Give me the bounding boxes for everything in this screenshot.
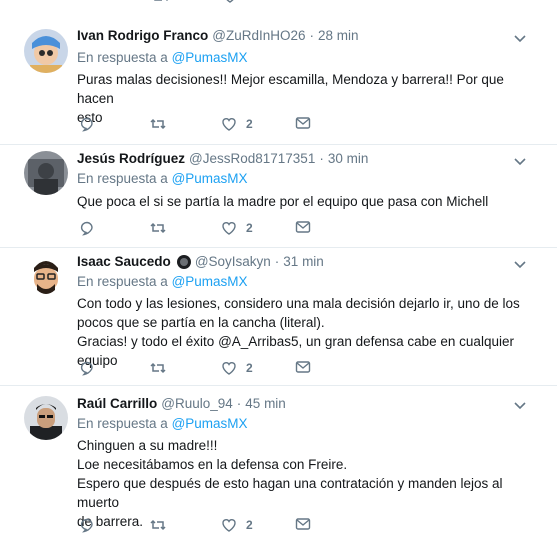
reply-context: En respuesta a @PumasMX — [77, 274, 248, 289]
like-action[interactable]: 1 — [222, 0, 254, 4]
dm-button[interactable] — [295, 360, 311, 374]
chevron-down-icon[interactable] — [513, 398, 527, 412]
author-name[interactable]: Isaac Saucedo — [77, 254, 171, 269]
reply-to-link[interactable]: @PumasMX — [172, 50, 248, 65]
reply-icon — [80, 117, 93, 132]
author-name[interactable]: Jesús Rodríguez — [77, 151, 185, 166]
retweet-icon — [150, 222, 166, 234]
retweet-icon — [154, 0, 169, 2]
heart-icon — [226, 0, 234, 3]
retweet-button[interactable] — [149, 220, 167, 236]
reply-prefix: En respuesta a — [77, 50, 168, 65]
tweet-text: Con todo y las lesiones, considero una m… — [77, 294, 537, 370]
reply-button[interactable] — [79, 517, 95, 533]
separator-dot: · — [274, 254, 280, 269]
dm-button[interactable] — [295, 220, 311, 234]
reply-prefix: En respuesta a — [77, 171, 168, 186]
retweet-icon — [150, 362, 166, 374]
retweet-icon — [150, 519, 166, 531]
dm-button[interactable] — [295, 116, 311, 130]
dm-button[interactable] — [295, 517, 311, 531]
tweet-text-line: Loe necesitábamos en la defensa con Frei… — [77, 457, 348, 472]
retweet-button[interactable] — [149, 116, 167, 132]
author-name[interactable]: Ivan Rodrigo Franco — [77, 28, 208, 43]
reply-icon — [80, 221, 93, 236]
author-handle[interactable]: @SoyIsakyn — [195, 254, 271, 269]
envelope-icon — [295, 221, 311, 233]
reply-context: En respuesta a @PumasMX — [77, 50, 248, 65]
like-button[interactable]: 2 — [221, 517, 253, 533]
like-count: 2 — [246, 221, 253, 235]
separator-dot: · — [236, 396, 242, 411]
chevron-down-icon[interactable] — [513, 31, 527, 45]
reply-button[interactable] — [79, 220, 95, 236]
previous-tweet-actions: 1 — [0, 0, 557, 10]
tweet-text-line: Espero que después de esto hagan una con… — [77, 476, 503, 510]
tweet-text-line: Puras malas decisiones!! Mejor escamilla… — [77, 72, 504, 106]
tweet-actions: 2 — [77, 360, 327, 380]
tweet-text-line: Con todo y las lesiones, considero una m… — [77, 296, 520, 311]
tweet-actions: 2 — [77, 220, 327, 240]
envelope-icon — [295, 518, 311, 530]
reply-prefix: En respuesta a — [77, 274, 168, 289]
tweet-actions: 2 — [77, 517, 327, 537]
badge-icon — [176, 254, 191, 269]
author-name[interactable]: Raúl Carrillo — [77, 396, 157, 411]
separator-dot: · — [309, 28, 315, 43]
tweet-text-line: Que poca el si se partía la madre por el… — [77, 194, 489, 209]
heart-icon — [222, 118, 236, 131]
heart-icon — [222, 519, 236, 532]
avatar[interactable] — [24, 254, 68, 298]
like-count: 2 — [246, 117, 253, 131]
chevron-down-icon[interactable] — [513, 257, 527, 271]
like-button[interactable]: 2 — [221, 360, 253, 376]
author-handle[interactable]: @JessRod81717351 — [189, 151, 315, 166]
tweet-time[interactable]: 30 min — [328, 151, 369, 166]
tweet-text-line: Chinguen a su madre!!! — [77, 438, 218, 453]
tweet-text-line: pocos que se partía en la cancha (litera… — [77, 315, 325, 330]
reply-to-link[interactable]: @PumasMX — [172, 274, 248, 289]
retweet-button[interactable] — [149, 517, 167, 533]
retweet-icon — [150, 118, 166, 130]
reply-icon — [80, 361, 93, 376]
tweet-time[interactable]: 45 min — [245, 396, 286, 411]
chevron-down-icon[interactable] — [513, 154, 527, 168]
like-button[interactable]: 2 — [221, 220, 253, 236]
reply-button[interactable] — [79, 360, 95, 376]
like-count: 1 — [247, 0, 254, 3]
tweet-actions: 2 — [77, 116, 327, 136]
like-count: 2 — [246, 361, 253, 375]
like-count: 2 — [246, 518, 253, 532]
tweet-time[interactable]: 31 min — [283, 254, 324, 269]
author-handle[interactable]: @Ruulo_94 — [161, 396, 233, 411]
separator-dot: · — [319, 151, 324, 166]
retweet-button[interactable] — [149, 360, 167, 376]
reply-prefix: En respuesta a — [77, 416, 168, 431]
heart-icon — [222, 222, 236, 235]
like-button[interactable]: 2 — [221, 116, 253, 132]
reply-icon — [80, 518, 93, 533]
avatar[interactable] — [24, 151, 68, 195]
tweet-time[interactable]: 28 min — [318, 28, 359, 43]
reply-to-link[interactable]: @PumasMX — [172, 171, 248, 186]
reply-context: En respuesta a @PumasMX — [77, 171, 248, 186]
retweet-action[interactable] — [152, 0, 170, 4]
reply-to-link[interactable]: @PumasMX — [172, 416, 248, 431]
avatar[interactable] — [24, 29, 68, 73]
avatar[interactable] — [24, 396, 68, 440]
envelope-icon — [295, 361, 311, 373]
tweet[interactable]: Raúl Carrillo @Ruulo_94 · 45 min En resp… — [0, 386, 557, 547]
envelope-icon — [295, 117, 311, 129]
reply-button[interactable] — [79, 116, 95, 132]
tweet[interactable]: Ivan Rodrigo Franco @ZuRdInHO26 · 28 min… — [0, 16, 557, 145]
tweet-text: Que poca el si se partía la madre por el… — [77, 192, 537, 211]
author-handle[interactable]: @ZuRdInHO26 — [212, 28, 305, 43]
tweet[interactable]: Isaac Saucedo @SoyIsakyn · 31 min En res… — [0, 248, 557, 386]
heart-icon — [222, 362, 236, 375]
reply-context: En respuesta a @PumasMX — [77, 416, 248, 431]
tweet[interactable]: Jesús Rodríguez @JessRod81717351 · 30 mi… — [0, 145, 557, 248]
